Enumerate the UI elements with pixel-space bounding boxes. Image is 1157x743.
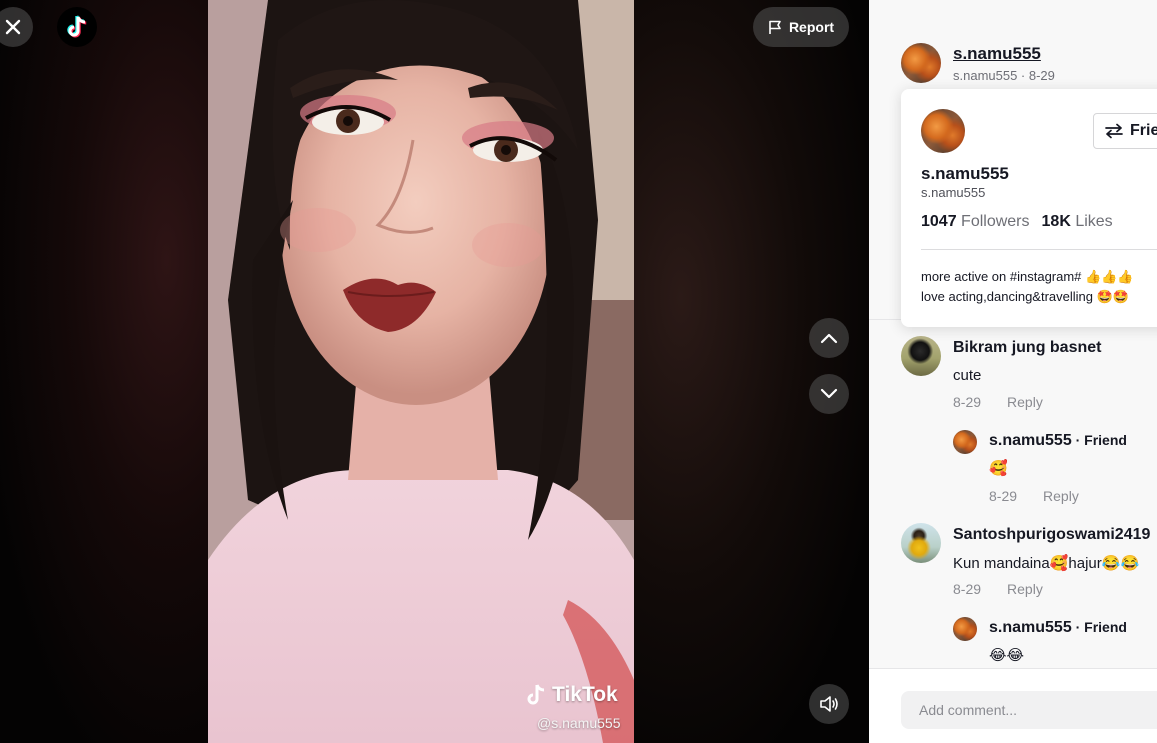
speaker-icon <box>820 696 838 712</box>
profile-hover-card: Friends s.namu555 s.namu555 1047 Followe… <box>901 89 1157 327</box>
friends-label: Friends <box>1130 122 1157 139</box>
flag-icon <box>769 20 781 34</box>
reply-button[interactable]: Reply <box>1043 488 1079 504</box>
reply-avatar[interactable] <box>953 430 977 454</box>
friends-button[interactable]: Friends <box>1093 113 1157 149</box>
close-icon <box>5 19 21 35</box>
reply-date: 8-29 <box>989 488 1018 504</box>
tiktok-logo-icon <box>67 15 87 38</box>
likes-label: Likes <box>1075 213 1113 230</box>
tiktok-watermark-icon <box>527 684 545 705</box>
reply-meta: 8-29 Reply <box>989 488 1079 504</box>
comment-username[interactable]: Bikram jung basnet <box>953 339 1101 357</box>
volume-button[interactable] <box>809 684 849 724</box>
comment-meta: 8-29 Reply <box>953 394 1043 410</box>
followers-count: 1047 <box>921 213 957 230</box>
reply-avatar[interactable] <box>953 617 977 641</box>
friend-tag: · Friend <box>1071 432 1127 448</box>
next-video-button[interactable] <box>809 374 849 414</box>
card-avatar[interactable] <box>921 109 965 153</box>
likes-stat: 18K Likes <box>1042 213 1113 231</box>
card-handle: s.namu555 <box>921 185 986 200</box>
comment-meta: 8-29 Reply <box>953 581 1043 597</box>
watermark-brand: TikTok <box>552 683 618 706</box>
friend-tag: · Friend <box>1071 619 1127 635</box>
video-player[interactable] <box>208 0 634 743</box>
report-button[interactable]: Report <box>753 7 849 47</box>
blurred-backdrop-right <box>634 0 869 743</box>
comment-text: Kun mandaina🥰hajur😂😂 <box>953 555 1140 572</box>
reply-username[interactable]: s.namu555 <box>989 619 1072 636</box>
comment-text: cute <box>953 367 982 384</box>
comment-date: 8-29 <box>953 581 982 597</box>
comment-composer <box>869 668 1157 743</box>
chevron-down-icon <box>820 388 838 399</box>
tiktok-logo-button[interactable] <box>57 7 97 47</box>
commenter-avatar[interactable] <box>901 336 941 376</box>
reply-username[interactable]: s.namu555 <box>989 432 1072 449</box>
swap-arrows-icon <box>1105 123 1123 139</box>
video-frame <box>208 0 634 743</box>
reply-button[interactable]: Reply <box>1007 394 1043 410</box>
reply-text: 🥰 <box>989 459 1008 477</box>
card-divider <box>921 249 1157 250</box>
comment-username[interactable]: Santoshpurigoswami2419 <box>953 526 1150 544</box>
card-bio-line: love acting,dancing&travelling 🤩🤩 <box>921 289 1129 304</box>
previous-video-button[interactable] <box>809 318 849 358</box>
details-panel: s.namu555 s.namu555 · 8-29 Bikram jung b… <box>869 0 1157 743</box>
reply-username-row: s.namu555 · Friend <box>989 432 1127 450</box>
commenter-avatar[interactable] <box>901 523 941 563</box>
likes-count: 18K <box>1041 213 1071 230</box>
card-bio-line: more active on #instagram# 👍👍👍 <box>921 269 1134 284</box>
blurred-backdrop-left <box>0 0 208 743</box>
reply-username-row: s.namu555 · Friend <box>989 619 1127 637</box>
followers-stat: 1047 Followers <box>921 213 1030 231</box>
author-meta: s.namu555 · 8-29 <box>953 68 1055 83</box>
reply-text: 😂😂 <box>989 646 1025 664</box>
add-comment-input[interactable] <box>901 691 1157 729</box>
report-label: Report <box>788 19 835 35</box>
watermark-handle: @s.namu555 <box>537 715 621 731</box>
video-stage: Report TikTok @s.namu555 <box>0 0 869 743</box>
video-watermark: TikTok <box>524 682 618 708</box>
reply-button[interactable]: Reply <box>1007 581 1043 597</box>
card-stats: 1047 Followers 18K Likes <box>921 213 1113 231</box>
comment-date: 8-29 <box>953 394 982 410</box>
followers-label: Followers <box>961 213 1030 230</box>
author-name[interactable]: s.namu555 <box>953 44 1041 64</box>
chevron-up-icon <box>820 333 838 344</box>
author-avatar[interactable] <box>901 43 941 83</box>
card-display-name[interactable]: s.namu555 <box>921 164 1009 184</box>
